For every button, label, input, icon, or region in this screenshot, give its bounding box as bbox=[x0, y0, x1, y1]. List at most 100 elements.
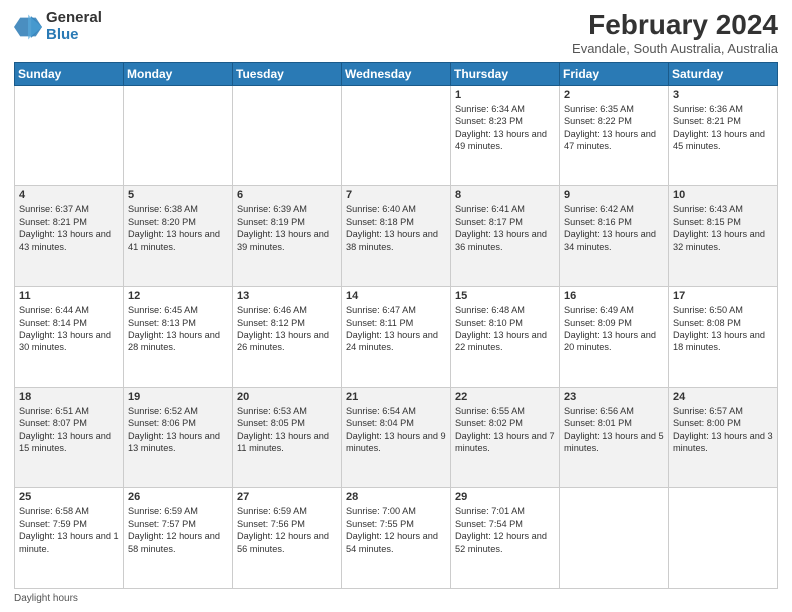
header-row: Sunday Monday Tuesday Wednesday Thursday… bbox=[15, 62, 778, 85]
calendar-cell: 25Sunrise: 6:58 AMSunset: 7:59 PMDayligh… bbox=[15, 488, 124, 589]
cell-info: Sunrise: 6:46 AMSunset: 8:12 PMDaylight:… bbox=[237, 304, 337, 354]
day-number: 23 bbox=[564, 391, 664, 403]
logo-text: General Blue bbox=[46, 10, 102, 43]
day-number: 9 bbox=[564, 189, 664, 201]
calendar-cell: 18 Sunrise: 6:51 AMSunset: 8:07 PMDayligh… bbox=[15, 387, 124, 488]
calendar-cell bbox=[560, 488, 669, 589]
day-number: 27 bbox=[237, 491, 337, 503]
subtitle: Evandale, South Australia, Australia bbox=[572, 41, 778, 56]
day-number: 24 bbox=[673, 391, 773, 403]
calendar-cell: 26 Sunrise: 6:59 AMSunset: 7:57 PMDayligh… bbox=[124, 488, 233, 589]
calendar-cell: 8 Sunrise: 6:41 AMSunset: 8:17 PMDaylight… bbox=[451, 186, 560, 287]
calendar-cell: 28Sunrise: 7:00 AMSunset: 7:55 PMDayligh… bbox=[342, 488, 451, 589]
cell-info: Sunrise: 6:47 AMSunset: 8:11 PMDaylight:… bbox=[346, 304, 446, 354]
calendar-cell: 2Sunrise: 6:35 AMSunset: 8:22 PMDaylight… bbox=[560, 85, 669, 186]
calendar-cell bbox=[15, 85, 124, 186]
cell-info: Sunrise: 6:59 AMSunset: 7:56 PMDaylight:… bbox=[237, 505, 337, 555]
col-monday: Monday bbox=[124, 62, 233, 85]
calendar-cell bbox=[669, 488, 778, 589]
col-saturday: Saturday bbox=[669, 62, 778, 85]
footer-note: Daylight hours bbox=[14, 593, 778, 604]
calendar-week-5: 25Sunrise: 6:58 AMSunset: 7:59 PMDayligh… bbox=[15, 488, 778, 589]
cell-info: Sunrise: 6:51 AMSunset: 8:07 PMDaylight:… bbox=[19, 405, 119, 455]
calendar-cell: 16 Sunrise: 6:49 AMSunset: 8:09 PMDayligh… bbox=[560, 287, 669, 388]
calendar-cell: 22 Sunrise: 6:55 AMSunset: 8:02 PMDayligh… bbox=[451, 387, 560, 488]
day-number: 15 bbox=[455, 290, 555, 302]
day-number: 21 bbox=[346, 391, 446, 403]
logo-icon bbox=[14, 13, 42, 41]
cell-info: Sunrise: 6:55 AMSunset: 8:02 PMDaylight:… bbox=[455, 405, 555, 455]
cell-info: Sunrise: 6:42 AMSunset: 8:16 PMDaylight:… bbox=[564, 203, 664, 253]
calendar-week-4: 18 Sunrise: 6:51 AMSunset: 8:07 PMDayligh… bbox=[15, 387, 778, 488]
col-wednesday: Wednesday bbox=[342, 62, 451, 85]
logo-general: General bbox=[46, 10, 102, 27]
calendar-cell: 23 Sunrise: 6:56 AMSunset: 8:01 PMDayligh… bbox=[560, 387, 669, 488]
cell-info: Sunrise: 6:59 AMSunset: 7:57 PMDaylight:… bbox=[128, 505, 228, 555]
logo: General Blue bbox=[14, 10, 102, 43]
calendar-cell: 6 Sunrise: 6:39 AMSunset: 8:19 PMDaylight… bbox=[233, 186, 342, 287]
calendar-cell: 21 Sunrise: 6:54 AMSunset: 8:04 PMDayligh… bbox=[342, 387, 451, 488]
day-number: 14 bbox=[346, 290, 446, 302]
calendar-week-3: 11 Sunrise: 6:44 AMSunset: 8:14 PMDayligh… bbox=[15, 287, 778, 388]
calendar-cell: 4 Sunrise: 6:37 AMSunset: 8:21 PMDaylight… bbox=[15, 186, 124, 287]
day-number: 8 bbox=[455, 189, 555, 201]
day-number: 11 bbox=[19, 290, 119, 302]
cell-info: Sunrise: 6:56 AMSunset: 8:01 PMDaylight:… bbox=[564, 405, 664, 455]
header: General Blue February 2024 Evandale, Sou… bbox=[14, 10, 778, 56]
calendar-cell: 5 Sunrise: 6:38 AMSunset: 8:20 PMDaylight… bbox=[124, 186, 233, 287]
cell-info: Sunrise: 6:49 AMSunset: 8:09 PMDaylight:… bbox=[564, 304, 664, 354]
cell-info: Sunrise: 6:43 AMSunset: 8:15 PMDaylight:… bbox=[673, 203, 773, 253]
calendar-week-2: 4 Sunrise: 6:37 AMSunset: 8:21 PMDaylight… bbox=[15, 186, 778, 287]
day-number: 10 bbox=[673, 189, 773, 201]
calendar-week-1: 1 Sunrise: 6:34 AMSunset: 8:23 PMDaylight… bbox=[15, 85, 778, 186]
day-number: 7 bbox=[346, 189, 446, 201]
cell-info: Sunrise: 6:50 AMSunset: 8:08 PMDaylight:… bbox=[673, 304, 773, 354]
calendar-table: Sunday Monday Tuesday Wednesday Thursday… bbox=[14, 62, 778, 589]
calendar-cell: 24 Sunrise: 6:57 AMSunset: 8:00 PMDayligh… bbox=[669, 387, 778, 488]
col-thursday: Thursday bbox=[451, 62, 560, 85]
col-tuesday: Tuesday bbox=[233, 62, 342, 85]
day-number: 22 bbox=[455, 391, 555, 403]
day-number: 16 bbox=[564, 290, 664, 302]
day-number: 18 bbox=[19, 391, 119, 403]
day-number: 12 bbox=[128, 290, 228, 302]
calendar-cell: 14 Sunrise: 6:47 AMSunset: 8:11 PMDayligh… bbox=[342, 287, 451, 388]
cell-info: Sunrise: 7:01 AMSunset: 7:54 PMDaylight:… bbox=[455, 505, 555, 555]
cell-info: Sunrise: 6:41 AMSunset: 8:17 PMDaylight:… bbox=[455, 203, 555, 253]
main-title: February 2024 bbox=[572, 10, 778, 41]
cell-info: Sunrise: 6:36 AMSunset: 8:21 PMDaylight:… bbox=[673, 103, 773, 153]
col-sunday: Sunday bbox=[15, 62, 124, 85]
cell-info: Sunrise: 6:54 AMSunset: 8:04 PMDaylight:… bbox=[346, 405, 446, 455]
cell-info: Sunrise: 6:44 AMSunset: 8:14 PMDaylight:… bbox=[19, 304, 119, 354]
cell-info: Sunrise: 6:34 AMSunset: 8:23 PMDaylight:… bbox=[455, 103, 555, 153]
day-number: 4 bbox=[19, 189, 119, 201]
cell-info: Sunrise: 6:38 AMSunset: 8:20 PMDaylight:… bbox=[128, 203, 228, 253]
calendar-cell: 19Sunrise: 6:52 AMSunset: 8:06 PMDayligh… bbox=[124, 387, 233, 488]
day-number: 6 bbox=[237, 189, 337, 201]
calendar-cell: 11 Sunrise: 6:44 AMSunset: 8:14 PMDayligh… bbox=[15, 287, 124, 388]
cell-info: Sunrise: 6:35 AMSunset: 8:22 PMDaylight:… bbox=[564, 103, 664, 153]
calendar-cell bbox=[342, 85, 451, 186]
cell-info: Sunrise: 6:37 AMSunset: 8:21 PMDaylight:… bbox=[19, 203, 119, 253]
cell-info: Sunrise: 6:53 AMSunset: 8:05 PMDaylight:… bbox=[237, 405, 337, 455]
calendar-cell: 20Sunrise: 6:53 AMSunset: 8:05 PMDayligh… bbox=[233, 387, 342, 488]
day-number: 26 bbox=[128, 491, 228, 503]
cell-info: Sunrise: 7:00 AMSunset: 7:55 PMDaylight:… bbox=[346, 505, 446, 555]
cell-info: Sunrise: 6:48 AMSunset: 8:10 PMDaylight:… bbox=[455, 304, 555, 354]
calendar-cell: 3 Sunrise: 6:36 AMSunset: 8:21 PMDaylight… bbox=[669, 85, 778, 186]
calendar-cell: 17Sunrise: 6:50 AMSunset: 8:08 PMDayligh… bbox=[669, 287, 778, 388]
cell-info: Sunrise: 6:58 AMSunset: 7:59 PMDaylight:… bbox=[19, 505, 119, 555]
cell-info: Sunrise: 6:57 AMSunset: 8:00 PMDaylight:… bbox=[673, 405, 773, 455]
day-number: 3 bbox=[673, 89, 773, 101]
calendar-cell: 12Sunrise: 6:45 AMSunset: 8:13 PMDayligh… bbox=[124, 287, 233, 388]
day-number: 19 bbox=[128, 391, 228, 403]
title-block: February 2024 Evandale, South Australia,… bbox=[572, 10, 778, 56]
cell-info: Sunrise: 6:39 AMSunset: 8:19 PMDaylight:… bbox=[237, 203, 337, 253]
logo-blue: Blue bbox=[46, 27, 102, 44]
day-number: 5 bbox=[128, 189, 228, 201]
calendar-cell: 10 Sunrise: 6:43 AMSunset: 8:15 PMDayligh… bbox=[669, 186, 778, 287]
page: General Blue February 2024 Evandale, Sou… bbox=[0, 0, 792, 612]
calendar-cell: 1 Sunrise: 6:34 AMSunset: 8:23 PMDaylight… bbox=[451, 85, 560, 186]
day-number: 1 bbox=[455, 89, 555, 101]
calendar-cell bbox=[124, 85, 233, 186]
